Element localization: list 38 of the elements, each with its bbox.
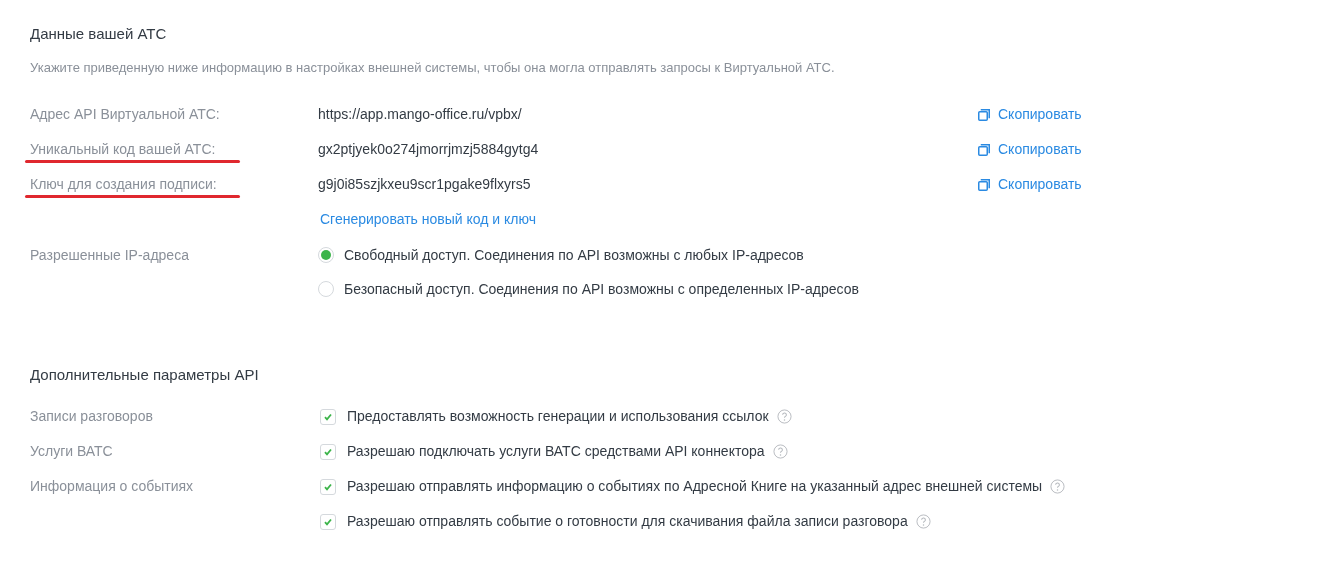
field-label: Уникальный код вашей АТС: bbox=[30, 141, 216, 157]
field-value: https://app.mango-office.ru/vpbx/ bbox=[318, 105, 523, 124]
checkbox-label: Предоставлять возможность генерации и использования ссылок bbox=[347, 407, 769, 426]
radio-label: Безопасный доступ. Соединения по API возможны с определенных IP-адресов bbox=[344, 280, 859, 298]
field-label: Адрес API Виртуальной АТС: bbox=[30, 106, 220, 122]
option-label: Информация о событиях bbox=[30, 478, 194, 494]
section-title: Дополнительные параметры API bbox=[30, 365, 260, 385]
checkbox-label: Разрешаю отправлять событие о готовности для скачивания файла записи разговора bbox=[347, 512, 908, 531]
copy-button[interactable]: Скопировать bbox=[978, 139, 1082, 160]
checkbox[interactable] bbox=[320, 513, 336, 530]
field-value: g9j0i85szjkxeu9scr1pgake9flxyrs5 bbox=[318, 175, 532, 194]
copy-icon bbox=[978, 143, 990, 156]
checkbox-label: Разрешаю подключать услуги ВАТС средствами API коннектора bbox=[347, 442, 765, 461]
checkbox-label: Разрешаю отправлять информацию о событиях по Адресной Книге на указанный адрес внешней системы bbox=[347, 477, 1043, 496]
field-value: gx2ptjyek0o274jmorrjmzj5884gytg4 bbox=[318, 140, 540, 159]
help-icon[interactable] bbox=[776, 409, 792, 424]
ip-label: Разрешенные IP-адреса bbox=[30, 246, 190, 265]
help-icon[interactable] bbox=[1050, 479, 1066, 494]
description: Укажите приведенную ниже информацию в настройках внешней системы, чтобы она могла отправлять запросы к Виртуальной АТС. bbox=[30, 59, 836, 77]
generate-link[interactable]: Сгенерировать новый код и ключ bbox=[320, 209, 536, 230]
copy-button[interactable]: Скопировать bbox=[978, 174, 1082, 195]
help-icon[interactable] bbox=[772, 444, 788, 459]
check-icon bbox=[323, 516, 333, 527]
option-label: Записи разговоров bbox=[30, 408, 153, 424]
radio-label: Свободный доступ. Соединения по API возможны с любых IP-адресов bbox=[344, 246, 804, 264]
section-title: Данные вашей АТС bbox=[30, 24, 168, 44]
field-label: Ключ для создания подписи: bbox=[30, 176, 217, 192]
checkbox[interactable] bbox=[320, 408, 336, 425]
check-icon bbox=[323, 481, 333, 492]
help-icon[interactable] bbox=[915, 514, 931, 529]
check-icon bbox=[323, 411, 333, 422]
option-label: Услуги ВАТС bbox=[30, 443, 113, 459]
copy-icon bbox=[978, 178, 990, 191]
copy-icon bbox=[978, 108, 990, 121]
checkbox[interactable] bbox=[320, 478, 336, 495]
copy-button[interactable]: Скопировать bbox=[978, 104, 1082, 125]
check-icon bbox=[323, 446, 333, 457]
checkbox[interactable] bbox=[320, 443, 336, 460]
